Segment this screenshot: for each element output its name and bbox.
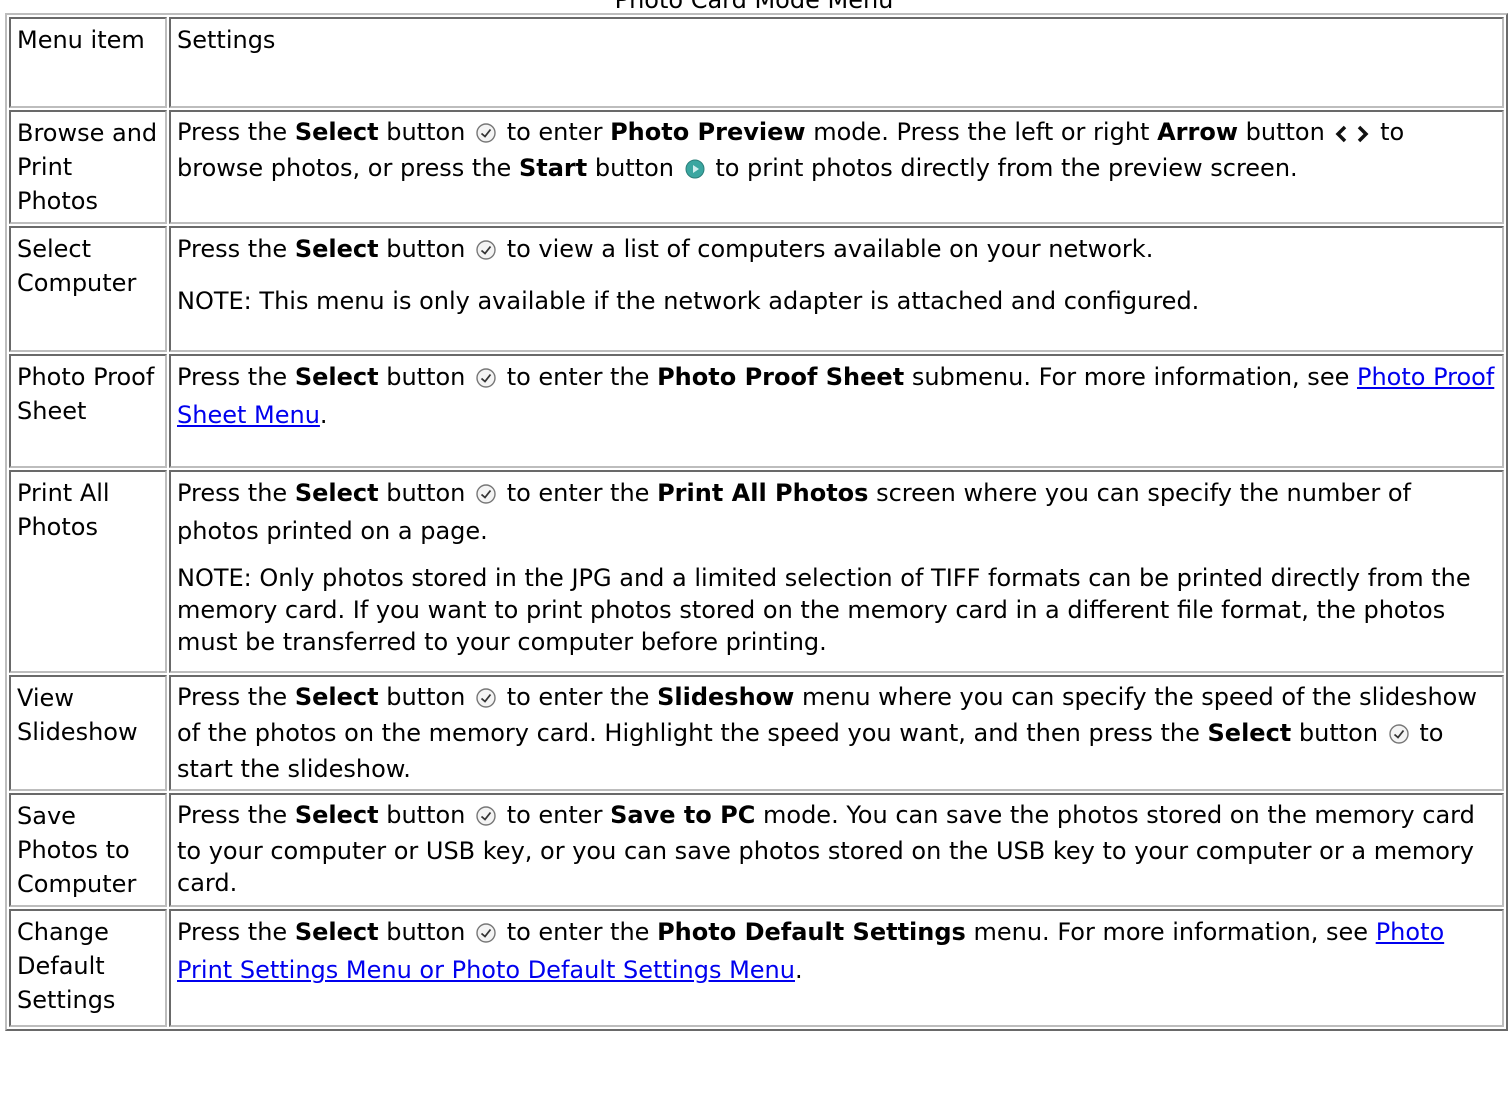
menu-item-label: View Slideshow <box>9 675 167 791</box>
right-arrow-icon <box>1354 120 1370 152</box>
start-button-icon <box>684 156 706 188</box>
settings-text: Press the Select button to enter the Pho… <box>177 918 1445 984</box>
menu-item-label: Select Computer <box>9 226 167 352</box>
menu-item-label: Photo Proof Sheet <box>9 354 167 468</box>
select-check-icon <box>475 364 497 398</box>
settings-cell: Press the Select button to enter the Pho… <box>169 909 1504 1027</box>
settings-cell: Press the Select button to enter Photo P… <box>169 110 1504 224</box>
select-check-icon <box>475 685 497 717</box>
header-settings: Settings <box>169 17 1504 108</box>
settings-text: Press the Select button to enter the Pho… <box>177 363 1495 429</box>
table-row: Change Default Settings Press the Select… <box>9 909 1504 1027</box>
settings-cell: Press the Select button to enter Save to… <box>169 793 1504 907</box>
table-row: Browse and Print Photos Press the Select… <box>9 110 1504 224</box>
menu-item-label: Save Photos to Computer <box>9 793 167 907</box>
left-arrow-icon <box>1334 120 1350 152</box>
menu-item-label: Change Default Settings <box>9 909 167 1027</box>
select-check-icon <box>475 919 497 953</box>
header-menu-item: Menu item <box>9 17 167 108</box>
note-text: NOTE: Only photos stored in the JPG and … <box>177 564 1471 656</box>
settings-cell: Press the Select button to enter the Pho… <box>169 354 1504 468</box>
select-check-icon <box>475 480 497 514</box>
menu-item-label: Browse and Print Photos <box>9 110 167 224</box>
table-row: View Slideshow Press the Select button t… <box>9 675 1504 791</box>
settings-text: Press the Select button to enter the Sli… <box>177 683 1477 783</box>
select-check-icon <box>475 120 497 152</box>
settings-cell: Press the Select button to enter the Sli… <box>169 675 1504 791</box>
table-row: Photo Proof Sheet Press the Select butto… <box>9 354 1504 468</box>
select-check-icon <box>475 236 497 270</box>
settings-cell: Press the Select button to view a list o… <box>169 226 1504 352</box>
note-text: NOTE: This menu is only available if the… <box>177 287 1200 315</box>
settings-text: Press the Select button to view a list o… <box>177 232 1496 270</box>
settings-text: Press the Select button to enter the Pri… <box>177 479 1411 545</box>
select-check-icon <box>1388 721 1410 753</box>
settings-text: Press the Select button to enter Photo P… <box>177 116 1496 188</box>
menu-item-label: Print All Photos <box>9 470 167 673</box>
select-term: Select <box>294 118 379 146</box>
table-header-row: Menu item Settings <box>9 17 1504 108</box>
settings-cell: Press the Select button to enter the Pri… <box>169 470 1504 673</box>
table-row: Select Computer Press the Select button … <box>9 226 1504 352</box>
table-row: Print All Photos Press the Select button… <box>9 470 1504 673</box>
table-row: Save Photos to Computer Press the Select… <box>9 793 1504 907</box>
select-check-icon <box>475 803 497 835</box>
menu-table: Menu item Settings Browse and Print Phot… <box>5 13 1508 1031</box>
settings-text: Press the Select button to enter Save to… <box>177 801 1475 897</box>
table-caption: Photo Card Mode Menu <box>614 0 894 14</box>
